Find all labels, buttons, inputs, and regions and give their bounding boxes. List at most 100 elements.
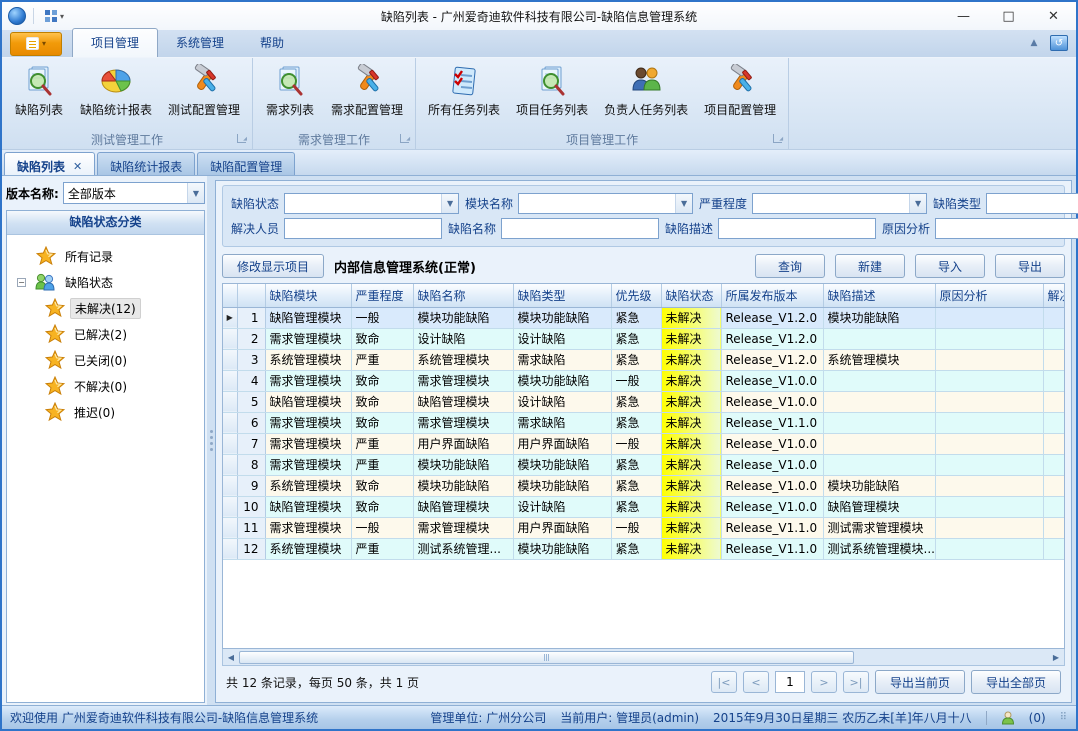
row-selector[interactable]: [223, 328, 237, 349]
tree-item-all-records[interactable]: 所有记录: [17, 243, 200, 269]
tree-item-postponed[interactable]: 推迟(0): [17, 399, 200, 425]
owner-tasks-button[interactable]: 负责人任务列表: [596, 60, 696, 131]
table-row[interactable]: 11需求管理模块一般需求管理模块用户界面缺陷一般未解决Release_V1.1.…: [223, 517, 1065, 538]
tree-item-resolved[interactable]: 已解决(2): [17, 321, 200, 347]
table-row[interactable]: 12系统管理模块严重测试系统管理...模块功能缺陷紧急未解决Release_V1…: [223, 538, 1065, 559]
table-row[interactable]: ▶1缺陷管理模块一般模块功能缺陷模块功能缺陷紧急未解决Release_V1.2.…: [223, 307, 1065, 328]
col-defect-name[interactable]: 缺陷名称: [413, 284, 513, 307]
scroll-left-icon[interactable]: ◀: [223, 650, 239, 665]
col-release[interactable]: 所属发布版本: [721, 284, 823, 307]
col-priority[interactable]: 优先级: [611, 284, 661, 307]
maximize-button[interactable]: □: [986, 2, 1031, 30]
tree-item-wont-fix[interactable]: 不解决(0): [17, 373, 200, 399]
requirement-config-button[interactable]: 需求配置管理: [323, 60, 411, 131]
col-defect-type[interactable]: 缺陷类型: [513, 284, 611, 307]
tree-item-unresolved[interactable]: 未解决(12): [17, 295, 200, 321]
export-button[interactable]: 导出: [995, 254, 1065, 278]
col-severity[interactable]: 严重程度: [351, 284, 413, 307]
ribbon-tab-project[interactable]: 项目管理: [72, 28, 158, 57]
table-row[interactable]: 9系统管理模块致命模块功能缺陷模块功能缺陷紧急未解决Release_V1.0.0…: [223, 475, 1065, 496]
chevron-down-icon[interactable]: ▼: [187, 183, 204, 203]
row-selector[interactable]: [223, 475, 237, 496]
horizontal-scrollbar[interactable]: ◀ ▶: [222, 649, 1065, 666]
project-tasks-button[interactable]: 项目任务列表: [508, 60, 596, 131]
resolver-input[interactable]: [284, 218, 442, 239]
next-page-button[interactable]: >: [811, 671, 837, 693]
defect-status-select[interactable]: ▼: [284, 193, 459, 214]
first-page-button[interactable]: |<: [711, 671, 737, 693]
row-selector[interactable]: [223, 454, 237, 475]
doc-tab-defect-report[interactable]: 缺陷统计报表: [97, 152, 195, 175]
table-row[interactable]: 3系统管理模块严重系统管理模块需求缺陷紧急未解决Release_V1.2.0系统…: [223, 349, 1065, 370]
export-current-page-button[interactable]: 导出当前页: [875, 670, 965, 694]
version-select[interactable]: 全部版本 ▼: [63, 182, 205, 204]
col-defect-desc[interactable]: 缺陷描述: [823, 284, 935, 307]
minimize-button[interactable]: —: [941, 2, 986, 30]
all-tasks-button[interactable]: 所有任务列表: [420, 60, 508, 131]
tree-item-defect-status[interactable]: − 缺陷状态: [17, 269, 200, 295]
close-button[interactable]: ✕: [1031, 2, 1076, 30]
table-row[interactable]: 8需求管理模块严重模块功能缺陷模块功能缺陷紧急未解决Release_V1.0.0: [223, 454, 1065, 475]
query-button[interactable]: 查询: [755, 254, 825, 278]
row-selector[interactable]: [223, 349, 237, 370]
defect-type-select[interactable]: ▼: [986, 193, 1078, 214]
col-defect-status[interactable]: 缺陷状态: [661, 284, 721, 307]
dialog-launcher-icon[interactable]: [237, 134, 246, 143]
table-row[interactable]: 4需求管理模块致命需求管理模块模块功能缺陷一般未解决Release_V1.0.0: [223, 370, 1065, 391]
col-solution[interactable]: 解决: [1043, 284, 1065, 307]
new-button[interactable]: 新建: [835, 254, 905, 278]
modify-columns-button[interactable]: 修改显示项目: [222, 254, 324, 278]
module-name-select[interactable]: ▼: [518, 193, 693, 214]
chevron-down-icon[interactable]: ▼: [909, 194, 926, 213]
collapse-ribbon-icon[interactable]: ▲: [1026, 35, 1042, 51]
col-defect-module[interactable]: 缺陷模块: [265, 284, 351, 307]
row-selector[interactable]: [223, 391, 237, 412]
test-config-button[interactable]: 测试配置管理: [160, 60, 248, 131]
project-config-button[interactable]: 项目配置管理: [696, 60, 784, 131]
defect-list-button[interactable]: 缺陷列表: [6, 60, 72, 131]
sidebar-splitter[interactable]: [207, 176, 215, 705]
table-row[interactable]: 5缺陷管理模块致命缺陷管理模块设计缺陷紧急未解决Release_V1.0.0: [223, 391, 1065, 412]
prev-page-button[interactable]: <: [743, 671, 769, 693]
doc-tab-defect-config[interactable]: 缺陷配置管理: [197, 152, 295, 175]
dialog-launcher-icon[interactable]: [773, 134, 782, 143]
table-row[interactable]: 10缺陷管理模块致命缺陷管理模块设计缺陷紧急未解决Release_V1.0.0缺…: [223, 496, 1065, 517]
chevron-down-icon[interactable]: ▼: [441, 194, 458, 213]
export-all-pages-button[interactable]: 导出全部页: [971, 670, 1061, 694]
row-selector[interactable]: [223, 517, 237, 538]
doc-tab-defect-list[interactable]: 缺陷列表 ✕: [4, 152, 95, 175]
row-selector[interactable]: [223, 538, 237, 559]
last-page-button[interactable]: >|: [843, 671, 869, 693]
chevron-down-icon[interactable]: ▼: [675, 194, 692, 213]
table-row[interactable]: 2需求管理模块致命设计缺陷设计缺陷紧急未解决Release_V1.2.0: [223, 328, 1065, 349]
ribbon-tab-system[interactable]: 系统管理: [158, 29, 242, 57]
ribbon-tab-help[interactable]: 帮助: [242, 29, 302, 57]
requirement-list-button[interactable]: 需求列表: [257, 60, 323, 131]
help-icon[interactable]: ↺: [1050, 35, 1068, 51]
dialog-launcher-icon[interactable]: [400, 134, 409, 143]
row-selector[interactable]: [223, 412, 237, 433]
row-selector[interactable]: [223, 496, 237, 517]
col-cause[interactable]: 原因分析: [935, 284, 1043, 307]
table-row[interactable]: 7需求管理模块严重用户界面缺陷用户界面缺陷一般未解决Release_V1.0.0: [223, 433, 1065, 454]
page-number-input[interactable]: [775, 671, 805, 693]
ribbon-group-test: 缺陷列表 缺陷统计报表 测试配置管理 测试管理工作: [2, 58, 253, 149]
table-row[interactable]: 6需求管理模块致命需求管理模块需求缺陷紧急未解决Release_V1.1.0: [223, 412, 1065, 433]
tree-item-closed[interactable]: 已关闭(0): [17, 347, 200, 373]
scrollbar-thumb[interactable]: [239, 651, 854, 664]
import-button[interactable]: 导入: [915, 254, 985, 278]
resize-grip-icon[interactable]: ⠿: [1060, 712, 1068, 723]
collapse-node-icon[interactable]: −: [17, 278, 26, 287]
defect-report-button[interactable]: 缺陷统计报表: [72, 60, 160, 131]
row-selector[interactable]: [223, 433, 237, 454]
defect-name-input[interactable]: [501, 218, 659, 239]
defect-desc-input[interactable]: [718, 218, 876, 239]
row-selector[interactable]: ▶: [223, 307, 237, 328]
row-selector[interactable]: [223, 370, 237, 391]
close-tab-icon[interactable]: ✕: [73, 160, 82, 173]
online-users-icon[interactable]: [1001, 711, 1015, 725]
severity-select[interactable]: ▼: [752, 193, 927, 214]
application-menu-button[interactable]: ▾: [10, 32, 62, 56]
cause-analysis-input[interactable]: [935, 218, 1078, 239]
scroll-right-icon[interactable]: ▶: [1048, 650, 1064, 665]
